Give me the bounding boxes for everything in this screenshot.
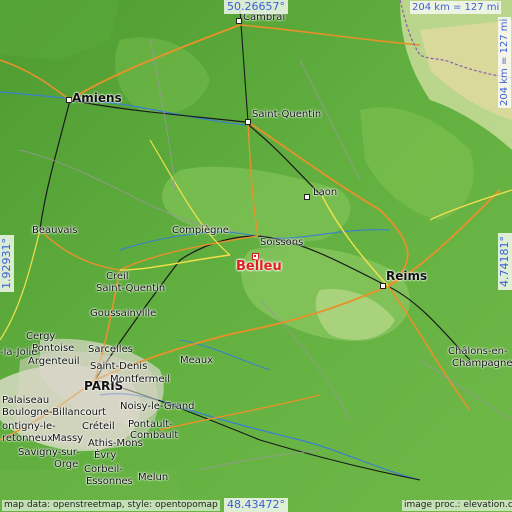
place-label-evry: Évry <box>94 450 117 461</box>
place-label-amiens: Amiens <box>72 91 122 105</box>
place-label-massy: Massy <box>52 433 84 444</box>
town-marker-cambrai <box>236 18 242 24</box>
place-label-chalons: Châlons-en- <box>448 346 508 357</box>
featured-place-label: Belleu <box>236 259 282 274</box>
place-label-palaiseau: Palaiseau <box>2 395 50 406</box>
coord-right: 4.74181° <box>498 233 512 290</box>
place-label-pontoise: Pontoise <box>32 343 75 354</box>
place-label-creil: Creil <box>106 271 129 282</box>
place-label-laon: Laon <box>313 187 338 198</box>
place-label-montigny: ontigny-le- <box>2 421 56 432</box>
coord-bottom: 48.43472° <box>224 498 288 512</box>
place-label-essonnes: Essonnes <box>86 476 133 487</box>
place-label-cergy: Cergy <box>26 331 56 342</box>
map-canvas[interactable]: Cambrai Amiens Saint-Quentin Laon Compiè… <box>0 0 512 512</box>
place-label-goussainville: Goussainville <box>90 308 157 319</box>
scale-horizontal: 204 km = 127 mi <box>410 1 502 14</box>
place-label-boulogne: Boulogne-Billancourt <box>2 407 106 418</box>
coord-top: 50.26657° <box>224 0 288 14</box>
place-label-soissons: Soissons <box>260 237 304 248</box>
town-marker-saint-quentin <box>245 119 251 125</box>
place-label-sarcelles: Sarcelles <box>88 344 133 355</box>
place-label-saint-denis: Saint-Denis <box>90 361 148 372</box>
place-label-beauvais: Beauvais <box>32 225 78 236</box>
place-label-compiegne: Compiègne <box>172 225 229 236</box>
place-label-argenteuil: Argenteuil <box>28 356 80 367</box>
place-label-creteil: Créteil <box>82 421 115 432</box>
map-credit: map data: openstreetmap, style: opentopo… <box>2 500 220 511</box>
image-credit: image proc.: elevation.city <box>402 500 512 511</box>
place-label-noisy: Noisy-le-Grand <box>120 401 195 412</box>
place-label-champagne: Champagne <box>452 358 512 369</box>
place-label-melun: Melun <box>138 472 169 483</box>
place-label-saint-quentin-2: Saint-Quentin <box>96 283 166 294</box>
town-marker-reims <box>380 283 386 289</box>
place-label-orge: Orge <box>54 459 79 470</box>
place-label-cambrai: Cambrai <box>243 12 286 23</box>
place-label-saint-quentin: Saint-Quentin <box>252 109 322 120</box>
coord-left: 1.92931° <box>0 235 14 292</box>
place-label-meaux: Meaux <box>180 355 214 366</box>
place-label-reims: Reims <box>386 269 428 283</box>
scale-vertical: 204 km = 127 mi <box>498 16 511 108</box>
place-label-bretonneux: retonneux <box>2 433 54 444</box>
place-label-athis-mons: Athis-Mons <box>88 438 143 449</box>
place-label-montfermeil: Montfermeil <box>110 374 171 385</box>
place-label-savigny: Savigny-sur- <box>18 447 80 458</box>
town-marker-laon <box>304 194 310 200</box>
place-label-corbeil: Corbeil- <box>84 464 123 475</box>
place-label-pontault: Pontault- <box>128 419 173 430</box>
